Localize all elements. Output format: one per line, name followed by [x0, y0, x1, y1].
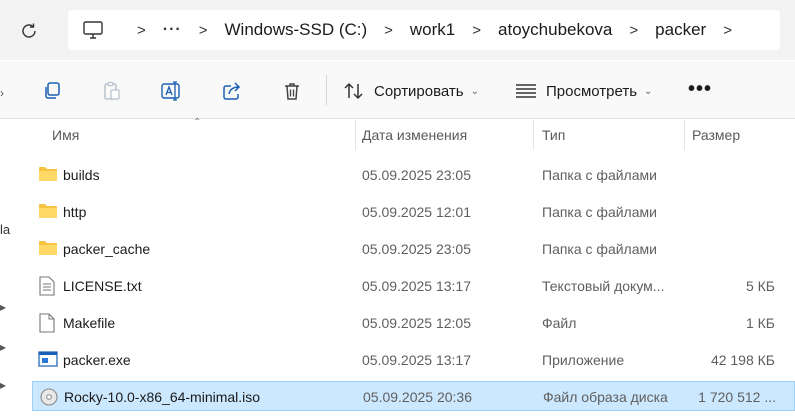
file-size: 5 КБ — [745, 278, 775, 294]
chevron-down-icon: ⌄ — [644, 85, 653, 97]
breadcrumb-overflow[interactable]: ··· — [163, 21, 182, 39]
more-options-icon[interactable]: ••• — [688, 79, 712, 99]
breadcrumb-user[interactable]: atoychubekova — [498, 20, 612, 40]
column-headers: ⌃ Имя Дата изменения Тип Размер — [0, 117, 795, 150]
file-name: Rocky-10.0-x86_64-minimal.iso — [64, 389, 261, 405]
file-name: builds — [63, 167, 100, 183]
folder-icon — [38, 165, 58, 185]
file-row-license[interactable]: LICENSE.txt 05.09.2025 13:17 Текстовый д… — [32, 271, 795, 301]
text-file-icon — [38, 276, 58, 296]
pin-icon: ▸ — [0, 378, 7, 392]
file-date: 05.09.2025 12:05 — [362, 315, 471, 331]
chevron-right-icon[interactable]: > — [137, 22, 146, 39]
file-name: LICENSE.txt — [63, 278, 142, 294]
file-type: Файл образа диска — [543, 389, 668, 405]
file-row-http[interactable]: http 05.09.2025 12:01 Папка с файлами — [32, 197, 795, 227]
file-date: 05.09.2025 23:05 — [362, 241, 471, 257]
file-row-makefile[interactable]: Makefile 05.09.2025 12:05 Файл 1 КБ — [32, 308, 795, 338]
file-size: 1 720 512 ... — [698, 389, 776, 405]
breadcrumb-packer[interactable]: packer — [655, 20, 706, 40]
chevron-down-icon: ⌄ — [470, 85, 480, 97]
file-type: Текстовый докум... — [542, 278, 665, 294]
file-name: http — [63, 204, 87, 220]
column-name[interactable]: Имя — [52, 127, 79, 143]
column-divider[interactable] — [533, 120, 534, 150]
file-row-packer-cache[interactable]: packer_cache 05.09.2025 23:05 Папка с фа… — [32, 234, 795, 264]
sort-icon — [343, 82, 365, 100]
column-divider[interactable] — [684, 120, 685, 150]
address-toolbar: > ··· > Windows-SSD (C:) > work1 > atoyc… — [0, 0, 795, 60]
chevron-right-icon[interactable]: > — [472, 22, 481, 39]
file-date: 05.09.2025 23:05 — [362, 167, 471, 183]
share-icon[interactable] — [220, 79, 244, 103]
column-type[interactable]: Тип — [542, 127, 565, 143]
copy-icon[interactable] — [40, 79, 64, 103]
breadcrumb-work1[interactable]: work1 — [410, 20, 455, 40]
column-date[interactable]: Дата изменения — [362, 127, 467, 143]
sort-label: Сортировать — [374, 82, 464, 100]
chevron-right-icon[interactable]: > — [384, 22, 393, 39]
file-type: Папка с файлами — [542, 241, 657, 257]
file-name: Makefile — [63, 315, 116, 331]
file-type: Приложение — [542, 352, 625, 368]
toolbar-divider — [326, 75, 327, 105]
file-type: Папка с файлами — [542, 167, 657, 183]
file-date: 05.09.2025 12:01 — [362, 204, 471, 220]
chevron-right-icon[interactable]: > — [629, 22, 638, 39]
navigation-pane[interactable]: › la ▸ ▸ ▸ — [0, 86, 14, 417]
folder-icon — [38, 202, 58, 222]
file-size: 42 198 КБ — [710, 352, 775, 368]
nav-item-label[interactable]: la — [0, 222, 10, 237]
folder-icon — [38, 239, 58, 259]
file-name: packer.exe — [63, 352, 131, 368]
file-row-builds[interactable]: builds 05.09.2025 23:05 Папка с файлами — [32, 160, 795, 190]
refresh-icon[interactable] — [17, 19, 41, 43]
file-type: Папка с файлами — [542, 204, 657, 220]
file-date: 05.09.2025 13:17 — [362, 352, 471, 368]
view-list-icon — [515, 83, 537, 99]
chevron-right-icon[interactable]: > — [199, 22, 208, 39]
file-type: Файл — [542, 315, 577, 331]
file-row-packer-exe[interactable]: packer.exe 05.09.2025 13:17 Приложение 4… — [32, 345, 795, 375]
column-divider[interactable] — [355, 120, 356, 150]
address-bar[interactable]: > ··· > Windows-SSD (C:) > work1 > atoyc… — [68, 10, 780, 50]
exe-icon — [38, 350, 58, 370]
delete-icon[interactable] — [280, 79, 304, 103]
file-icon — [38, 313, 58, 333]
sort-button[interactable]: Сортировать ⌄ — [343, 78, 479, 104]
command-bar: Сортировать ⌄ Просмотреть ⌄ ••• — [0, 61, 795, 119]
chevron-left-icon[interactable]: › — [0, 86, 4, 100]
sort-ascending-icon: ⌃ — [193, 117, 202, 128]
rename-icon[interactable] — [160, 79, 184, 103]
file-date: 05.09.2025 13:17 — [362, 278, 471, 294]
pin-icon: ▸ — [0, 300, 7, 314]
chevron-right-icon[interactable]: > — [723, 22, 732, 39]
monitor-icon[interactable] — [82, 20, 104, 40]
file-size: 1 КБ — [745, 315, 775, 331]
view-label: Просмотреть — [546, 82, 638, 100]
breadcrumb-drive[interactable]: Windows-SSD (C:) — [225, 20, 368, 40]
file-row-rocky-iso[interactable]: Rocky-10.0-x86_64-minimal.iso 05.09.2025… — [32, 381, 795, 411]
view-button[interactable]: Просмотреть ⌄ — [515, 78, 652, 104]
column-size[interactable]: Размер — [692, 127, 740, 143]
paste-icon[interactable] — [100, 79, 124, 103]
pin-icon: ▸ — [0, 340, 7, 354]
disc-image-icon — [39, 387, 59, 407]
file-name: packer_cache — [63, 241, 151, 257]
file-date: 05.09.2025 20:36 — [363, 389, 472, 405]
